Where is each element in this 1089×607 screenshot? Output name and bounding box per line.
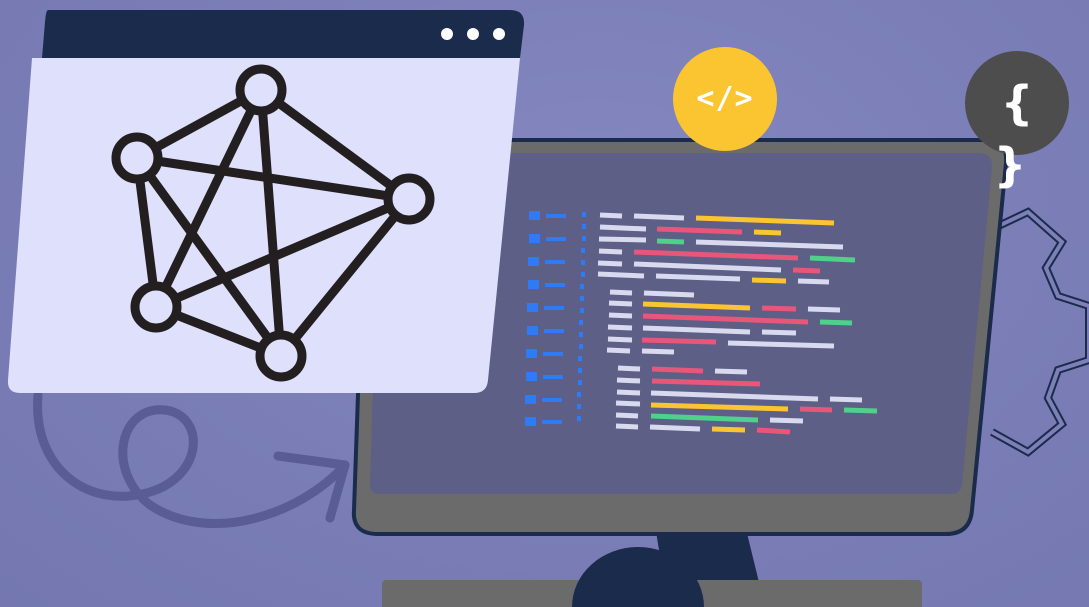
monitor-base bbox=[382, 547, 922, 607]
graph-window bbox=[7, 10, 525, 393]
gear-outline-icon bbox=[988, 207, 1089, 457]
curly-braces-icon: { } bbox=[993, 76, 1048, 192]
illustration bbox=[7, 10, 1089, 607]
code-tag-icon: </> bbox=[696, 81, 754, 116]
curly-arrow-icon bbox=[33, 390, 350, 529]
window-titlebar-dots bbox=[441, 28, 505, 40]
